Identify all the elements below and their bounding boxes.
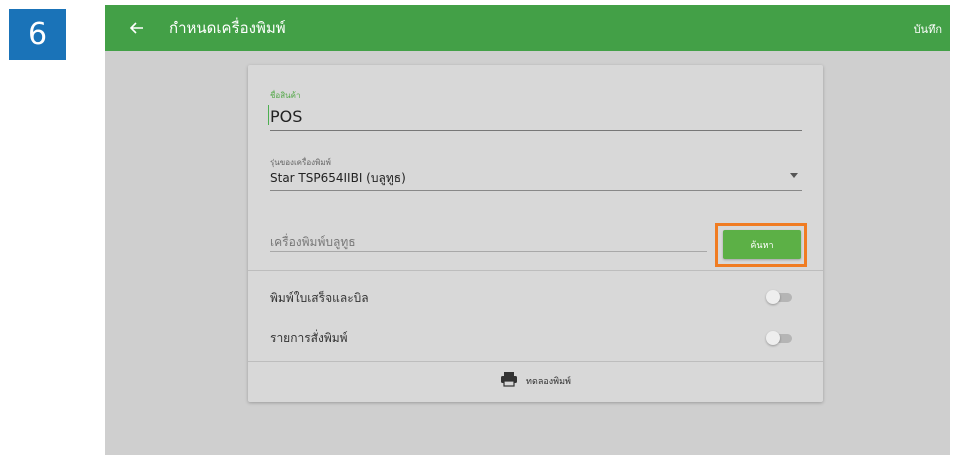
- bluetooth-printer-input[interactable]: เครื่องพิมพ์บลูทูธ: [270, 233, 356, 252]
- printer-model-select[interactable]: Star TSP654IIBI (บลูทูธ): [270, 169, 406, 188]
- printer-settings-card: ชื่อสินค้า POS รุ่นของเครื่องพิมพ์ Star …: [248, 65, 823, 402]
- printer-model-label: รุ่นของเครื่องพิมพ์: [270, 158, 331, 167]
- toggle-thumb: [766, 290, 780, 304]
- step-number-badge: 6: [9, 9, 66, 60]
- print-receipt-toggle[interactable]: [766, 290, 794, 304]
- order-print-label: รายการสั่งพิมพ์: [270, 331, 348, 345]
- app-screen: กำหนดเครื่องพิมพ์ บันทึก ชื่อสินค้า POS …: [105, 5, 950, 455]
- text-cursor: [268, 105, 269, 125]
- page-title: กำหนดเครื่องพิมพ์: [169, 19, 286, 37]
- printer-model-underline: [270, 190, 802, 191]
- printer-icon: [500, 371, 518, 391]
- step-number: 6: [27, 17, 48, 52]
- product-name-input[interactable]: POS: [270, 107, 302, 126]
- toggle-thumb: [766, 331, 780, 345]
- chevron-down-icon[interactable]: [790, 173, 798, 178]
- app-bar: กำหนดเครื่องพิมพ์ บันทึก: [105, 5, 950, 51]
- order-print-toggle[interactable]: [766, 331, 794, 345]
- search-button[interactable]: ค้นหา: [723, 230, 801, 259]
- test-print-label: ทดลองพิมพ์: [526, 377, 571, 387]
- arrow-left-icon[interactable]: [125, 16, 149, 40]
- divider: [248, 361, 823, 362]
- divider: [248, 270, 823, 271]
- print-receipt-label: พิมพ์ใบเสร็จและบิล: [270, 291, 369, 305]
- test-print-button[interactable]: ทดลองพิมพ์: [248, 363, 823, 399]
- product-name-label: ชื่อสินค้า: [270, 91, 301, 100]
- save-button[interactable]: บันทึก: [914, 20, 942, 38]
- product-name-underline: [270, 130, 802, 131]
- bluetooth-printer-underline: [270, 251, 707, 252]
